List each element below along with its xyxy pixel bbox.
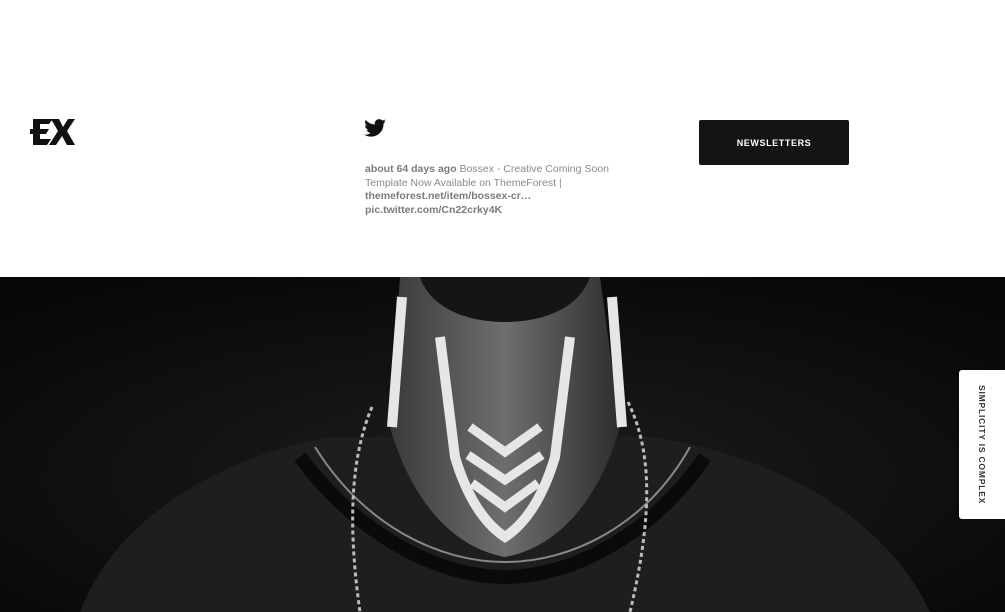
newsletters-button[interactable]: NEWSLETTERS — [699, 120, 849, 165]
ex-logo-icon[interactable] — [29, 117, 75, 147]
tweet-link-pic[interactable]: pic.twitter.com/Cn22crky4K — [365, 204, 610, 218]
side-tab-label: SIMPLICITY IS COMPLEX — [977, 384, 987, 505]
hero-image — [0, 277, 1005, 612]
tattooed-neck-photo — [0, 277, 1005, 612]
tweet-time: about 64 days ago — [365, 163, 457, 175]
tweet-link-themeforest[interactable]: themeforest.net/item/bossex-cr… — [365, 190, 610, 204]
header-section: about 64 days ago Bossex - Creative Comi… — [0, 0, 1005, 277]
twitter-icon[interactable] — [364, 119, 386, 137]
tweet-text: about 64 days ago Bossex - Creative Comi… — [365, 163, 610, 217]
side-tab[interactable]: SIMPLICITY IS COMPLEX — [959, 370, 1005, 519]
